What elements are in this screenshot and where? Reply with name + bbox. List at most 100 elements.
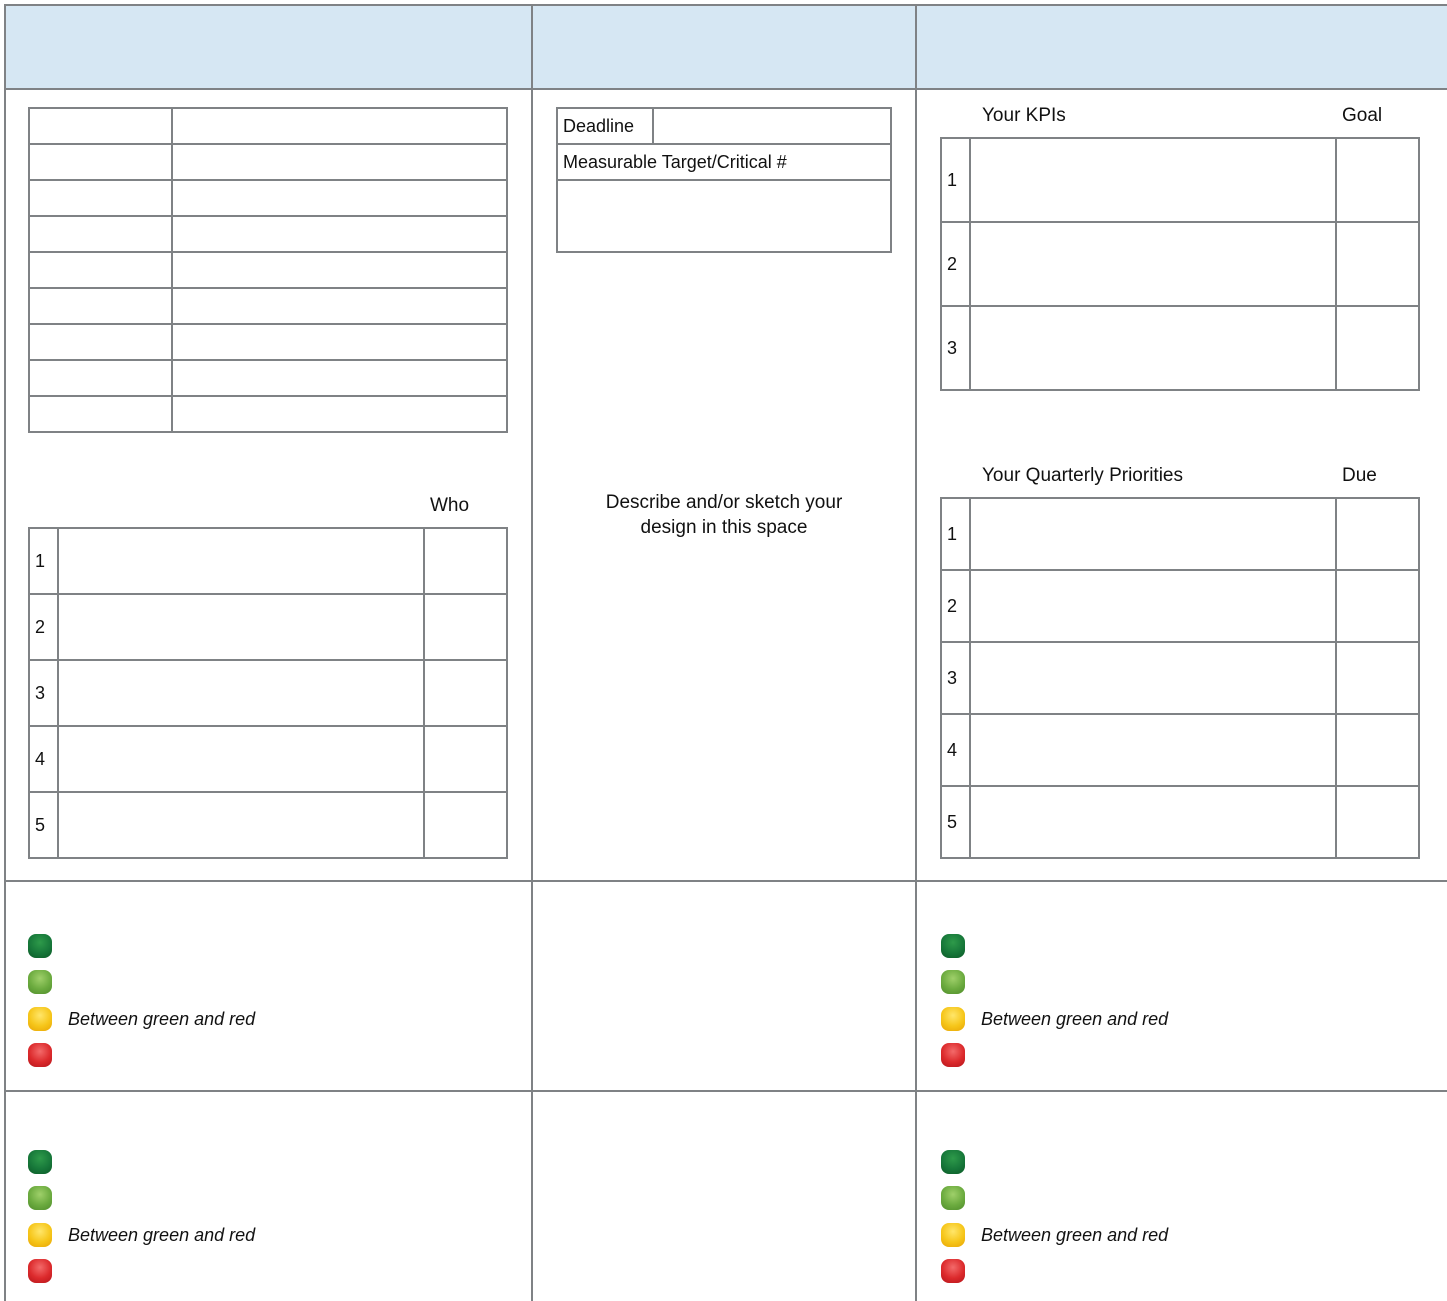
kpi-row-number: 3 <box>940 305 971 391</box>
kpi-goal-field[interactable] <box>1335 221 1420 307</box>
due-column-label: Due <box>1342 465 1377 486</box>
priority-row-number: 3 <box>940 641 971 715</box>
info-label-cell[interactable] <box>28 323 173 361</box>
action-row-number: 2 <box>28 593 59 661</box>
kpi-row-number: 1 <box>940 137 971 223</box>
priority-due-field[interactable] <box>1335 785 1420 859</box>
action-item-field[interactable] <box>57 527 425 595</box>
dark-green-status-icon <box>28 934 52 958</box>
priority-field[interactable] <box>969 497 1337 571</box>
quarterly-priorities-title: Your Quarterly Priorities <box>982 465 1183 486</box>
red-status-icon <box>28 1043 52 1067</box>
priority-row-number: 5 <box>940 785 971 859</box>
kpi-field[interactable] <box>969 137 1337 223</box>
kpis-title: Your KPIs <box>982 105 1066 126</box>
priority-field[interactable] <box>969 785 1337 859</box>
deadline-label: Deadline <box>556 107 654 145</box>
light-green-status-icon <box>28 1186 52 1210</box>
measurable-target-label: Measurable Target/Critical # <box>556 143 892 181</box>
red-status-icon <box>941 1043 965 1067</box>
deadline-target-table: Deadline Measurable Target/Critical # <box>556 107 892 253</box>
action-row-number: 4 <box>28 725 59 793</box>
info-value-cell[interactable] <box>171 395 508 433</box>
info-label-cell[interactable] <box>28 143 173 181</box>
grid-row-divider-2 <box>4 1090 1447 1092</box>
priority-field[interactable] <box>969 569 1337 643</box>
action-who-field[interactable] <box>423 527 508 595</box>
info-label-cell[interactable] <box>28 359 173 397</box>
action-who-field[interactable] <box>423 725 508 793</box>
info-value-cell[interactable] <box>171 359 508 397</box>
action-item-field[interactable] <box>57 593 425 661</box>
info-value-cell[interactable] <box>171 107 508 145</box>
info-value-cell[interactable] <box>171 323 508 361</box>
priority-row-number: 4 <box>940 713 971 787</box>
priority-due-field[interactable] <box>1335 641 1420 715</box>
dark-green-status-icon <box>941 934 965 958</box>
light-green-status-icon <box>28 970 52 994</box>
left-info-table <box>28 107 508 433</box>
info-value-cell[interactable] <box>171 179 508 217</box>
sketch-instructions-line-2: design in this space <box>640 517 808 538</box>
grid-header-divider <box>4 88 1447 90</box>
action-who-field[interactable] <box>423 791 508 859</box>
priority-due-field[interactable] <box>1335 569 1420 643</box>
goal-column-label: Goal <box>1342 105 1383 126</box>
info-label-cell[interactable] <box>28 215 173 253</box>
dark-green-status-icon <box>28 1150 52 1174</box>
quarterly-priorities-table: 1 2 3 4 5 <box>940 497 1420 859</box>
priority-field[interactable] <box>969 713 1337 787</box>
info-label-cell[interactable] <box>28 287 173 325</box>
grid-row-divider-1 <box>4 880 1447 882</box>
info-label-cell[interactable] <box>28 179 173 217</box>
grid-column-divider-2 <box>915 4 917 1301</box>
priority-due-field[interactable] <box>1335 713 1420 787</box>
dark-green-status-icon <box>941 1150 965 1174</box>
measurable-target-field[interactable] <box>556 179 892 253</box>
info-value-cell[interactable] <box>171 143 508 181</box>
action-items-table: 1 2 3 4 5 <box>28 527 508 859</box>
header-cell-middle <box>533 6 915 88</box>
kpi-row-number: 2 <box>940 221 971 307</box>
kpis-table: 1 2 3 <box>940 137 1420 391</box>
action-who-field[interactable] <box>423 659 508 727</box>
grid-left-border <box>4 4 6 1301</box>
action-row-number: 3 <box>28 659 59 727</box>
header-cell-right <box>917 6 1447 88</box>
kpi-field[interactable] <box>969 221 1337 307</box>
priority-row-number: 1 <box>940 497 971 571</box>
action-row-number: 1 <box>28 527 59 595</box>
yellow-status-icon <box>28 1007 52 1031</box>
red-status-icon <box>28 1259 52 1283</box>
info-label-cell[interactable] <box>28 251 173 289</box>
yellow-status-icon <box>941 1007 965 1031</box>
grid-column-divider-1 <box>531 4 533 1301</box>
deadline-field[interactable] <box>652 107 892 145</box>
kpi-field[interactable] <box>969 305 1337 391</box>
yellow-status-text: Between green and red <box>981 1008 1169 1029</box>
yellow-status-text: Between green and red <box>981 1224 1169 1245</box>
info-value-cell[interactable] <box>171 251 508 289</box>
action-item-field[interactable] <box>57 725 425 793</box>
info-value-cell[interactable] <box>171 215 508 253</box>
priority-field[interactable] <box>969 641 1337 715</box>
priority-due-field[interactable] <box>1335 497 1420 571</box>
red-status-icon <box>941 1259 965 1283</box>
yellow-status-text: Between green and red <box>68 1008 256 1029</box>
info-label-cell[interactable] <box>28 395 173 433</box>
who-column-label: Who <box>430 495 470 516</box>
kpi-goal-field[interactable] <box>1335 137 1420 223</box>
kpi-goal-field[interactable] <box>1335 305 1420 391</box>
yellow-status-icon <box>941 1223 965 1247</box>
light-green-status-icon <box>941 1186 965 1210</box>
info-value-cell[interactable] <box>171 287 508 325</box>
sketch-instructions-line-1: Describe and/or sketch your <box>605 492 843 513</box>
info-label-cell[interactable] <box>28 107 173 145</box>
action-item-field[interactable] <box>57 791 425 859</box>
priority-row-number: 2 <box>940 569 971 643</box>
sketch-instructions: Describe and/or sketch your design in th… <box>560 490 888 540</box>
header-cell-left <box>6 6 531 88</box>
action-item-field[interactable] <box>57 659 425 727</box>
action-who-field[interactable] <box>423 593 508 661</box>
action-row-number: 5 <box>28 791 59 859</box>
